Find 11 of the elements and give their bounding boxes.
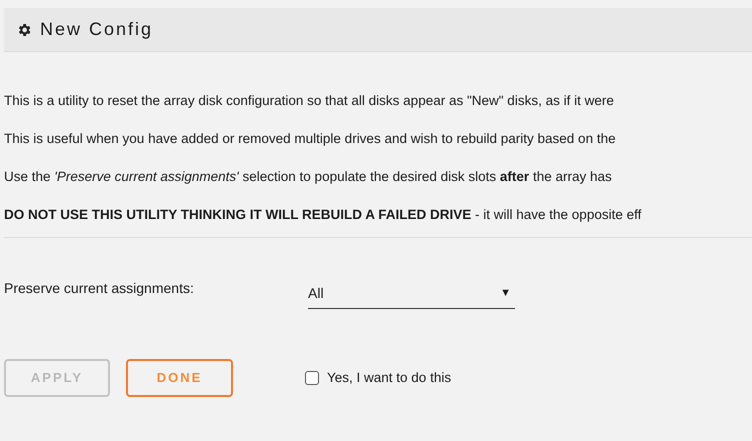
info-paragraph: This is useful when you have added or removed multiple drives and wish to rebuild parity based on the <box>4 130 616 148</box>
confirm-checkbox[interactable] <box>305 371 319 385</box>
settings-icon <box>16 22 32 38</box>
done-button[interactable]: DONE <box>126 359 233 397</box>
info-paragraph: Use the 'Preserve current assignments' selection to populate the desired disk slots after the array has <box>4 168 612 186</box>
page-title: New Config <box>40 18 154 41</box>
preserve-select[interactable]: All ▼ <box>308 283 515 309</box>
info-paragraph: DO NOT USE THIS UTILITY THINKING IT WILL REBUILD A FAILED DRIVE - it will have the opposite eff <box>4 206 642 224</box>
info-paragraph: This is a utility to reset the array disk configuration so that all disks appear as "New" disks, as if it were <box>4 92 614 110</box>
confirm-label: Yes, I want to do this <box>327 368 452 387</box>
preserve-label: Preserve current assignments: <box>4 279 195 298</box>
